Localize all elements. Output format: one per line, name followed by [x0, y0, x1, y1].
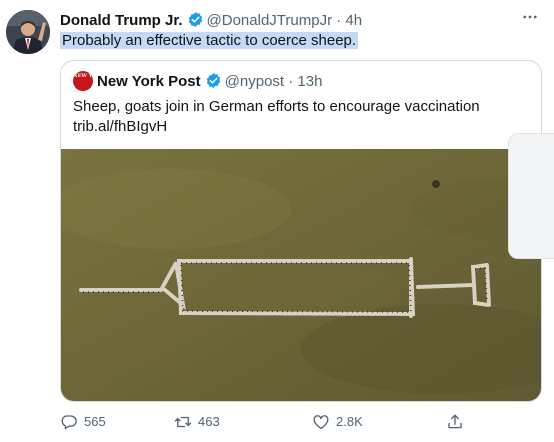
quoted-tweet-link[interactable]: trib.al/fhBIgvH [73, 117, 533, 137]
share-button[interactable] [446, 410, 470, 434]
reply-icon [61, 415, 77, 430]
retweet-count: 463 [198, 414, 220, 429]
share-icon [448, 414, 462, 429]
retweet-button[interactable]: 463 [174, 410, 220, 434]
reply-count: 565 [84, 414, 106, 429]
quoted-tweet-headline: Sheep, goats join in German efforts to e… [73, 98, 480, 115]
nypost-logo-text: NEW YORK POST [73, 73, 93, 79]
quoted-author-name[interactable]: New York Post [97, 73, 201, 90]
quoted-tweet-card[interactable]: NEW YORK POSTNew York Post@nypost · 13h … [60, 60, 542, 402]
header-separator: · [336, 12, 342, 29]
quoted-header-separator: · [288, 73, 294, 90]
quoted-tweet-header: NEW YORK POST New York Post @nypost · 13h [73, 71, 322, 91]
verified-badge-icon [205, 72, 222, 95]
reply-button[interactable]: 565 [60, 410, 106, 434]
like-count: 2.8K [336, 414, 363, 429]
tweet-header: Donald Trump Jr. @DonaldJTrumpJr · 4h [60, 11, 514, 31]
tweet-actions: 565 463 2.8K [60, 410, 480, 434]
author-avatar[interactable] [6, 10, 50, 54]
syringe-formation-photo[interactable] [61, 149, 541, 401]
overlay-panel [508, 133, 554, 259]
heart-icon [313, 415, 329, 430]
tweet-timestamp[interactable]: 4h [345, 12, 362, 29]
author-handle[interactable]: @DonaldJTrumpJr [207, 12, 333, 29]
tweet-text: Probably an effective tactic to coerce s… [60, 31, 359, 51]
like-button[interactable]: 2.8K [312, 410, 363, 434]
author-name[interactable]: Donald Trump Jr. [60, 12, 183, 29]
quoted-author-handle: @nypost [224, 73, 285, 90]
retweet-icon [174, 416, 192, 428]
quoted-tweet-text: Sheep, goats join in German efforts to e… [73, 97, 533, 137]
more-dots-icon[interactable] [518, 8, 542, 26]
tweet-text-selected: Probably an effective tactic to coerce s… [60, 32, 359, 49]
quoted-tweet-timestamp: 13h [297, 73, 323, 90]
nypost-avatar: NEW YORK POST [73, 71, 93, 91]
